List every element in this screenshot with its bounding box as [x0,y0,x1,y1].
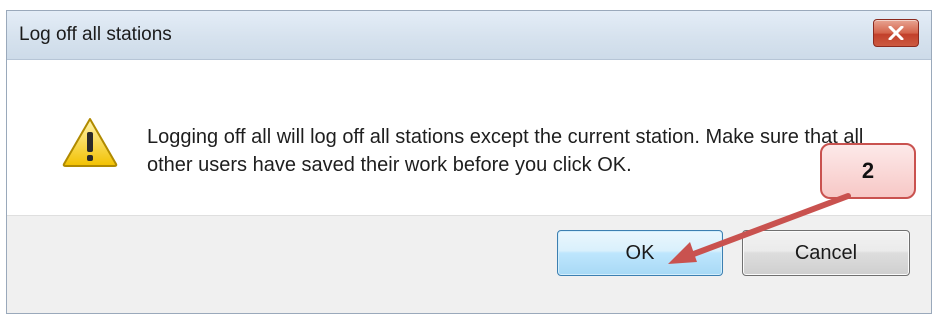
close-icon [888,26,904,40]
warning-icon [62,118,118,167]
title-bar[interactable]: Log off all stations [7,11,931,60]
window-title: Log off all stations [19,24,172,45]
ok-button[interactable]: OK [557,230,723,276]
page-edge [932,0,936,316]
dialog-content: Logging off all will log off all station… [7,60,931,215]
step-callout: 2 [820,143,916,199]
close-button[interactable] [873,19,919,47]
cancel-button[interactable]: Cancel [742,230,910,276]
dialog-message: Logging off all will log off all station… [147,126,864,176]
